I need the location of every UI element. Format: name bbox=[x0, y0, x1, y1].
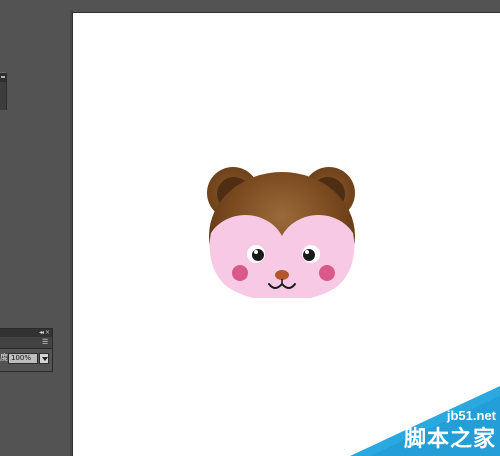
panel-menu-icon[interactable]: ☰ bbox=[42, 339, 50, 346]
panel-titlebar[interactable]: ◂◂ × bbox=[0, 329, 52, 337]
left-cheek bbox=[232, 265, 248, 281]
monkey-face-artwork[interactable] bbox=[207, 158, 357, 298]
opacity-input[interactable]: 100% bbox=[8, 353, 38, 364]
opacity-label: 度 bbox=[0, 353, 8, 362]
transparency-panel: ◂◂ × ☰ 度 100% bbox=[0, 328, 53, 372]
panel-tab-row[interactable]: ☰ bbox=[0, 337, 52, 349]
watermark-brand-text: 脚本之家 bbox=[403, 427, 496, 452]
close-panel-icon[interactable]: × bbox=[45, 330, 50, 336]
right-cheek bbox=[319, 265, 335, 281]
collapse-panel-icon[interactable]: ◂◂ bbox=[39, 330, 44, 336]
opacity-dropdown-arrow-icon[interactable] bbox=[39, 353, 49, 364]
left-eye bbox=[247, 245, 265, 263]
collapsed-panel-tab[interactable] bbox=[0, 73, 7, 82]
nose bbox=[275, 270, 289, 280]
illustrator-workspace: ◂◂ × ☰ 度 100% jb51.net 脚本之家 bbox=[0, 0, 500, 456]
collapsed-panel-dock[interactable] bbox=[0, 72, 7, 110]
site-watermark: jb51.net 脚本之家 bbox=[350, 386, 500, 456]
right-eye bbox=[302, 245, 320, 263]
